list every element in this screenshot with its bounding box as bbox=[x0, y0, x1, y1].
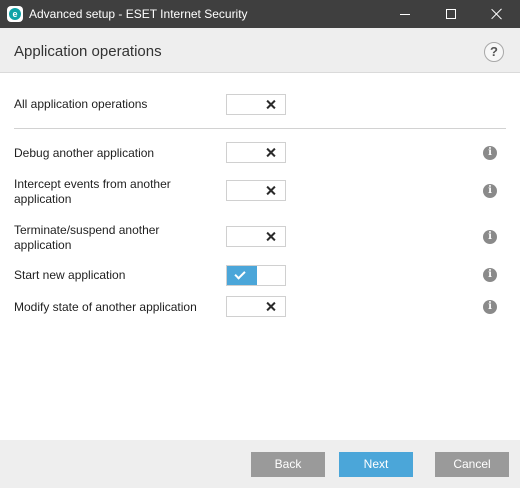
maximize-icon bbox=[446, 9, 456, 19]
row-label-modify: Modify state of another application bbox=[14, 300, 197, 314]
x-icon bbox=[256, 297, 286, 316]
toggle-knob bbox=[256, 143, 286, 162]
x-icon bbox=[256, 227, 286, 246]
row-label-intercept: Intercept events from another applicatio… bbox=[14, 177, 171, 206]
info-icon[interactable]: i bbox=[483, 300, 497, 314]
close-button[interactable] bbox=[474, 0, 520, 28]
footer: Back Next Cancel bbox=[0, 440, 520, 488]
toggle-knob bbox=[256, 181, 286, 200]
cancel-button[interactable]: Cancel bbox=[435, 452, 509, 477]
x-icon bbox=[256, 181, 286, 200]
close-icon bbox=[491, 8, 503, 20]
info-icon[interactable]: i bbox=[483, 230, 497, 244]
toggle-debug[interactable] bbox=[226, 142, 286, 163]
toggle-start[interactable] bbox=[226, 265, 286, 286]
page-title: Application operations bbox=[14, 43, 162, 60]
toggle-modify[interactable] bbox=[226, 296, 286, 317]
section-header: Application operations ? bbox=[0, 28, 520, 73]
toggle-intercept[interactable] bbox=[226, 180, 286, 201]
info-icon[interactable]: i bbox=[483, 184, 497, 198]
row-label-terminate: Terminate/suspend another application bbox=[14, 223, 160, 252]
toggle-knob bbox=[256, 95, 286, 114]
info-icon[interactable]: i bbox=[483, 146, 497, 160]
row-label-debug: Debug another application bbox=[14, 146, 155, 160]
row-label-start: Start new application bbox=[14, 268, 126, 282]
minimize-icon bbox=[400, 13, 410, 15]
toggle-knob bbox=[256, 297, 286, 316]
title-bar: e Advanced setup - ESET Internet Securit… bbox=[0, 0, 520, 28]
settings-panel: All application operations Debug another… bbox=[0, 73, 520, 440]
info-icon[interactable]: i bbox=[483, 268, 497, 282]
checkmark-icon bbox=[234, 268, 246, 280]
toggle-terminate[interactable] bbox=[226, 226, 286, 247]
toggle-knob bbox=[256, 227, 286, 246]
toggle-knob bbox=[227, 266, 257, 285]
next-button[interactable]: Next bbox=[339, 452, 413, 477]
minimize-button[interactable] bbox=[382, 0, 428, 28]
back-button[interactable]: Back bbox=[251, 452, 325, 477]
divider bbox=[14, 128, 506, 129]
maximize-button[interactable] bbox=[428, 0, 474, 28]
help-icon[interactable]: ? bbox=[484, 42, 504, 62]
app-icon-letter: e bbox=[9, 8, 21, 20]
master-toggle-label: All application operations bbox=[14, 97, 148, 111]
window-title: Advanced setup - ESET Internet Security bbox=[29, 7, 248, 21]
x-icon bbox=[256, 95, 286, 114]
x-icon bbox=[256, 143, 286, 162]
master-toggle[interactable] bbox=[226, 94, 286, 115]
eset-logo-icon: e bbox=[7, 6, 23, 22]
